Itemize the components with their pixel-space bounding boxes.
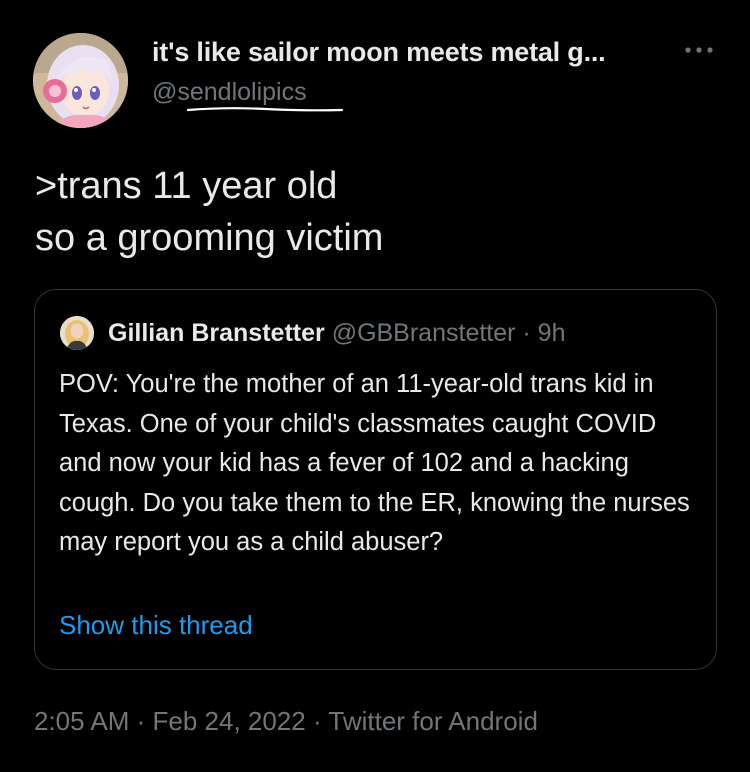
handle-underline-scribble bbox=[186, 107, 344, 112]
tweet-timestamp[interactable]: 2:05 AM · Feb 24, 2022 · Twitter for And… bbox=[34, 706, 538, 737]
more-horizontal-icon[interactable] bbox=[684, 44, 714, 56]
quoted-author-meta[interactable]: @GBBranstetter · 9h bbox=[332, 319, 566, 347]
quoted-tweet-card[interactable]: Gillian Branstetter @GBBranstetter · 9h … bbox=[34, 289, 717, 670]
tweet-text: >trans 11 year old so a grooming victim bbox=[35, 165, 384, 259]
profile-photo-avatar-icon bbox=[60, 316, 94, 350]
quoted-author-avatar[interactable] bbox=[60, 316, 94, 350]
author-display-name[interactable]: it's like sailor moon meets metal g... bbox=[152, 37, 606, 68]
author-avatar[interactable] bbox=[33, 33, 128, 128]
author-handle[interactable]: @sendlolipics bbox=[152, 78, 307, 107]
quoted-header: Gillian Branstetter @GBBranstetter · 9h bbox=[108, 319, 566, 348]
quoted-author-name[interactable]: Gillian Branstetter bbox=[108, 319, 325, 347]
anime-girl-avatar-icon bbox=[33, 33, 128, 128]
quoted-tweet-text: POV: You're the mother of an 11-year-old… bbox=[59, 370, 690, 556]
show-thread-link[interactable]: Show this thread bbox=[59, 610, 253, 641]
